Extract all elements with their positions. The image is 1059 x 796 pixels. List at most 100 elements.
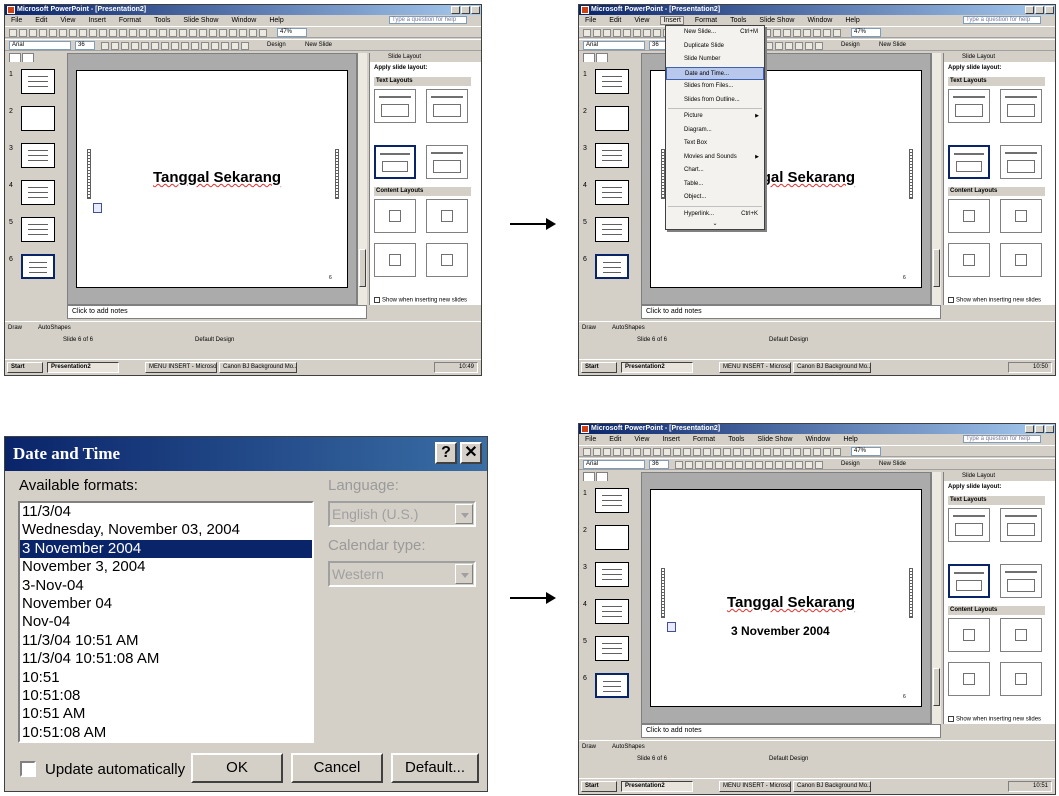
start-button[interactable]: Start xyxy=(581,781,617,792)
formatting-button-icon[interactable] xyxy=(775,461,783,469)
slide-thumbnail[interactable] xyxy=(21,69,55,94)
slide-layout-option[interactable] xyxy=(1000,662,1042,696)
slide-layout-option[interactable] xyxy=(948,145,990,179)
update-automatically-checkbox[interactable] xyxy=(20,761,36,777)
slide-canvas[interactable]: Tanggal Sekarang 3 November 2004 Type a qu… xyxy=(650,489,922,707)
formatting-button-icon[interactable] xyxy=(795,42,803,50)
formatting-button-icon[interactable] xyxy=(705,461,713,469)
start-button[interactable]: Start xyxy=(581,362,617,373)
formatting-button-icon[interactable] xyxy=(181,42,189,50)
placeholder-resize-handle[interactable] xyxy=(661,568,665,618)
menu-slide-show[interactable]: Slide Show xyxy=(757,17,796,24)
slide-layout-option[interactable] xyxy=(948,89,990,123)
zoom-select[interactable]: 47% xyxy=(851,28,881,37)
toolbar-button-icon[interactable] xyxy=(833,29,841,37)
slide-layout-option[interactable] xyxy=(948,662,990,696)
toolbar-button-icon[interactable] xyxy=(773,29,781,37)
format-option[interactable]: November 3, 2004 xyxy=(20,558,312,576)
formatting-button-icon[interactable] xyxy=(815,461,823,469)
formatting-button-icon[interactable] xyxy=(675,461,683,469)
design-button[interactable]: Design xyxy=(841,42,860,48)
slide-date-text[interactable]: 3 November 2004 xyxy=(731,624,830,638)
toolbar-button-icon[interactable] xyxy=(613,29,621,37)
slide-layout-option[interactable] xyxy=(1000,199,1042,233)
taskbar-task-canon[interactable]: Canon BJ Background Mo... xyxy=(219,362,297,373)
update-automatically-label[interactable]: Update automatically xyxy=(45,761,185,778)
menu-help[interactable]: Help xyxy=(841,436,859,443)
toolbar-button-icon[interactable] xyxy=(239,29,247,37)
placeholder-resize-handle[interactable] xyxy=(87,149,91,199)
slide-canvas[interactable]: Tanggal Sekarang Type a question for help… xyxy=(76,70,348,288)
new-slide-button[interactable]: New Slide xyxy=(879,461,906,467)
slide-layout-option[interactable] xyxy=(1000,618,1042,652)
slide-thumbnail[interactable] xyxy=(595,254,629,279)
menu-tools[interactable]: Tools xyxy=(726,436,746,443)
draw-menu-button[interactable]: Draw xyxy=(582,744,596,750)
toolbar-button-icon[interactable] xyxy=(149,29,157,37)
tab-outline[interactable] xyxy=(583,53,595,62)
start-button[interactable]: Start xyxy=(7,362,43,373)
placeholder-resize-handle[interactable] xyxy=(909,149,913,199)
help-search-input[interactable]: Type a question for help xyxy=(963,16,1041,24)
slide-thumbnail[interactable] xyxy=(595,673,629,698)
task-pane-title[interactable]: Slide Layout xyxy=(944,472,1055,481)
toolbar-button-icon[interactable] xyxy=(189,29,197,37)
toolbar-button-icon[interactable] xyxy=(583,29,591,37)
menu-view[interactable]: View xyxy=(632,17,651,24)
close-icon[interactable] xyxy=(1045,6,1054,14)
formatting-button-icon[interactable] xyxy=(735,461,743,469)
slide-layout-option[interactable] xyxy=(374,199,416,233)
formatting-button-icon[interactable] xyxy=(685,461,693,469)
menu-format[interactable]: Format xyxy=(117,17,143,24)
toolbar-button-icon[interactable] xyxy=(813,448,821,456)
insert-menu-item[interactable]: Diagram... xyxy=(666,124,764,138)
formatting-button-icon[interactable] xyxy=(795,461,803,469)
formatting-button-icon[interactable] xyxy=(775,42,783,50)
scrollbar-thumb[interactable] xyxy=(933,668,940,706)
minimize-icon[interactable] xyxy=(451,6,460,14)
insert-menu-item[interactable]: Slides from Outline... xyxy=(666,94,764,108)
formatting-button-icon[interactable] xyxy=(805,42,813,50)
menu-view[interactable]: View xyxy=(632,436,651,443)
tab-slides[interactable] xyxy=(596,53,608,62)
toolbar-button-icon[interactable] xyxy=(743,448,751,456)
formatting-button-icon[interactable] xyxy=(211,42,219,50)
toolbar-button-icon[interactable] xyxy=(19,29,27,37)
toolbar-button-icon[interactable] xyxy=(773,448,781,456)
toolbar-button-icon[interactable] xyxy=(49,29,57,37)
show-when-inserting-checkbox[interactable]: Show when inserting new slides xyxy=(948,297,1041,304)
taskbar-task-presentation[interactable]: Presentation2 xyxy=(621,362,693,373)
slide-layout-option[interactable] xyxy=(374,89,416,123)
font-name-select[interactable]: Arial xyxy=(583,41,645,50)
close-icon[interactable] xyxy=(471,6,480,14)
draw-menu-button[interactable]: Draw xyxy=(582,325,596,331)
taskbar-task-menu-insert[interactable]: MENU INSERT - Microsoft... xyxy=(145,362,217,373)
slide-layout-option[interactable] xyxy=(948,564,990,598)
taskbar-task-presentation[interactable]: Presentation2 xyxy=(621,781,693,792)
autoshapes-menu-button[interactable]: AutoShapes xyxy=(612,744,645,750)
menu-tools[interactable]: Tools xyxy=(152,17,172,24)
tab-outline[interactable] xyxy=(583,472,595,481)
formatting-button-icon[interactable] xyxy=(121,42,129,50)
toolbar-button-icon[interactable] xyxy=(783,29,791,37)
new-slide-button[interactable]: New Slide xyxy=(879,42,906,48)
toolbar-button-icon[interactable] xyxy=(793,448,801,456)
menu-file[interactable]: File xyxy=(583,17,598,24)
notes-pane[interactable]: Click to add notes xyxy=(67,305,367,319)
slide-layout-option[interactable] xyxy=(948,243,990,277)
toolbar-button-icon[interactable] xyxy=(663,448,671,456)
checkbox-checked-icon[interactable] xyxy=(948,716,954,723)
formatting-button-icon[interactable] xyxy=(141,42,149,50)
toolbar-button-icon[interactable] xyxy=(693,448,701,456)
toolbar-button-icon[interactable] xyxy=(763,448,771,456)
formatting-button-icon[interactable] xyxy=(815,42,823,50)
menu-format[interactable]: Format xyxy=(691,436,717,443)
scrollbar-thumb[interactable] xyxy=(933,249,940,287)
toolbar-button-icon[interactable] xyxy=(593,29,601,37)
format-option[interactable]: 3-Nov-04 xyxy=(20,577,312,595)
menu-file[interactable]: File xyxy=(583,436,598,443)
toolbar-button-icon[interactable] xyxy=(89,29,97,37)
taskbar-task-menu-insert[interactable]: MENU INSERT - Microsoft... xyxy=(719,781,791,792)
format-option[interactable]: 11/3/04 10:51:08 AM xyxy=(20,650,312,668)
toolbar-button-icon[interactable] xyxy=(199,29,207,37)
